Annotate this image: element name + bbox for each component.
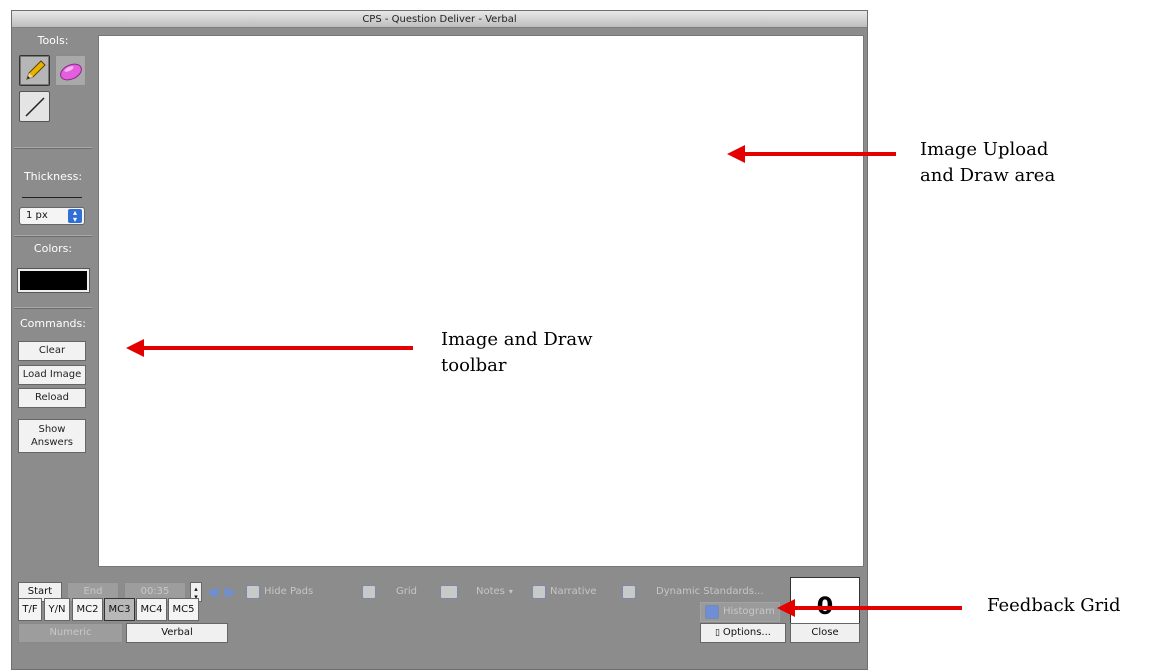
grid-button[interactable]: Grid	[362, 582, 417, 602]
question-type-mc2[interactable]: MC2	[72, 598, 103, 621]
dynamic-standards-button[interactable]: Dynamic Standards...	[622, 582, 764, 602]
annotation-toolbar-line2: toolbar	[441, 355, 507, 376]
show-answers-line1: Show	[38, 424, 66, 435]
narrative-button[interactable]: Narrative	[532, 582, 597, 602]
thickness-select[interactable]: 1 px ▴ ▾	[19, 207, 85, 225]
question-type-yn[interactable]: Y/N	[44, 598, 70, 621]
question-type-mc3[interactable]: MC3	[104, 598, 135, 621]
pencil-icon	[25, 59, 46, 80]
thickness-preview	[22, 197, 82, 198]
show-answers-button[interactable]: Show Answers	[18, 419, 86, 453]
pads-icon	[246, 585, 260, 599]
color-swatch[interactable]	[17, 268, 90, 293]
hide-pads-button[interactable]: Hide Pads	[246, 582, 313, 602]
annotation-toolbar: Image and Draw toolbar	[441, 327, 593, 379]
stepper-arrows-icon: ▴ ▾	[68, 209, 82, 224]
histogram-button[interactable]: Histogram	[700, 602, 780, 622]
line-tool-button[interactable]	[19, 91, 50, 122]
numeric-tab[interactable]: Numeric	[18, 623, 123, 643]
arrow-toolbar-head	[126, 339, 144, 357]
tools-label: Tools:	[37, 34, 69, 47]
arrow-feedback-head	[777, 599, 795, 617]
eraser-icon	[59, 63, 82, 80]
notes-icon	[440, 585, 458, 599]
arrow-toolbar-shaft	[143, 346, 413, 350]
notes-button[interactable]: Notes ▾	[440, 582, 513, 602]
histogram-icon	[705, 605, 719, 619]
reload-button[interactable]: Reload	[18, 388, 86, 408]
feedback-grid-count: 0	[790, 577, 860, 625]
clear-button[interactable]: Clear	[18, 341, 86, 361]
grid-label: Grid	[396, 586, 417, 597]
thickness-value: 1 px	[26, 210, 48, 221]
close-button[interactable]: Close	[790, 623, 860, 643]
narrative-label: Narrative	[550, 586, 597, 597]
toolbar-divider	[14, 235, 92, 237]
hide-pads-label: Hide Pads	[264, 586, 314, 597]
image-draw-toolbar: Tools: Thickness: 1 px ▴ ▾ Colors: Comma…	[12, 29, 96, 584]
load-image-button[interactable]: Load Image	[18, 365, 86, 385]
grid-icon	[362, 585, 376, 599]
standards-icon	[622, 585, 636, 599]
toolbar-divider	[14, 307, 92, 309]
annotation-draw-area: Image Upload and Draw area	[920, 137, 1055, 189]
options-icon: ▯	[715, 628, 723, 638]
commands-label: Commands:	[20, 317, 86, 330]
histogram-label: Histogram	[723, 606, 775, 617]
question-type-mc5[interactable]: MC5	[168, 598, 199, 621]
colors-label: Colors:	[33, 242, 73, 255]
question-type-mc4[interactable]: MC4	[136, 598, 167, 621]
arrow-draw-area-head	[727, 145, 745, 163]
dynamic-standards-label: Dynamic Standards...	[656, 586, 764, 597]
annotation-feedback-grid: Feedback Grid	[987, 595, 1121, 616]
next-button[interactable]: ▶	[225, 582, 236, 602]
options-button[interactable]: ▯ Options...	[700, 623, 786, 643]
annotation-draw-area-line1: Image Upload	[920, 139, 1049, 160]
show-answers-line2: Answers	[30, 437, 74, 448]
pencil-tool-button[interactable]	[19, 55, 50, 86]
arrow-feedback-shaft	[794, 606, 962, 610]
annotation-draw-area-line2: and Draw area	[920, 165, 1056, 186]
next-arrow-icon: ▶	[225, 584, 236, 600]
previous-button[interactable]: ◀	[207, 582, 218, 602]
options-label: Options...	[722, 627, 771, 638]
question-type-tf[interactable]: T/F	[18, 598, 42, 621]
window-title: CPS - Question Deliver - Verbal	[12, 11, 867, 28]
image-draw-area[interactable]	[98, 35, 864, 567]
arrow-draw-area-shaft	[744, 152, 896, 156]
previous-arrow-icon: ◀	[207, 584, 218, 600]
notes-label: Notes	[476, 586, 505, 597]
dropdown-icon: ▾	[508, 587, 513, 596]
thickness-label: Thickness:	[23, 170, 83, 183]
toolbar-divider	[14, 147, 92, 149]
annotation-toolbar-line1: Image and Draw	[441, 329, 593, 350]
eraser-tool-button[interactable]	[55, 55, 86, 86]
narrative-icon	[532, 585, 546, 599]
line-icon	[24, 96, 45, 117]
verbal-tab[interactable]: Verbal	[126, 623, 228, 643]
screenshot-stage: CPS - Question Deliver - Verbal Tools: T…	[0, 0, 1151, 671]
